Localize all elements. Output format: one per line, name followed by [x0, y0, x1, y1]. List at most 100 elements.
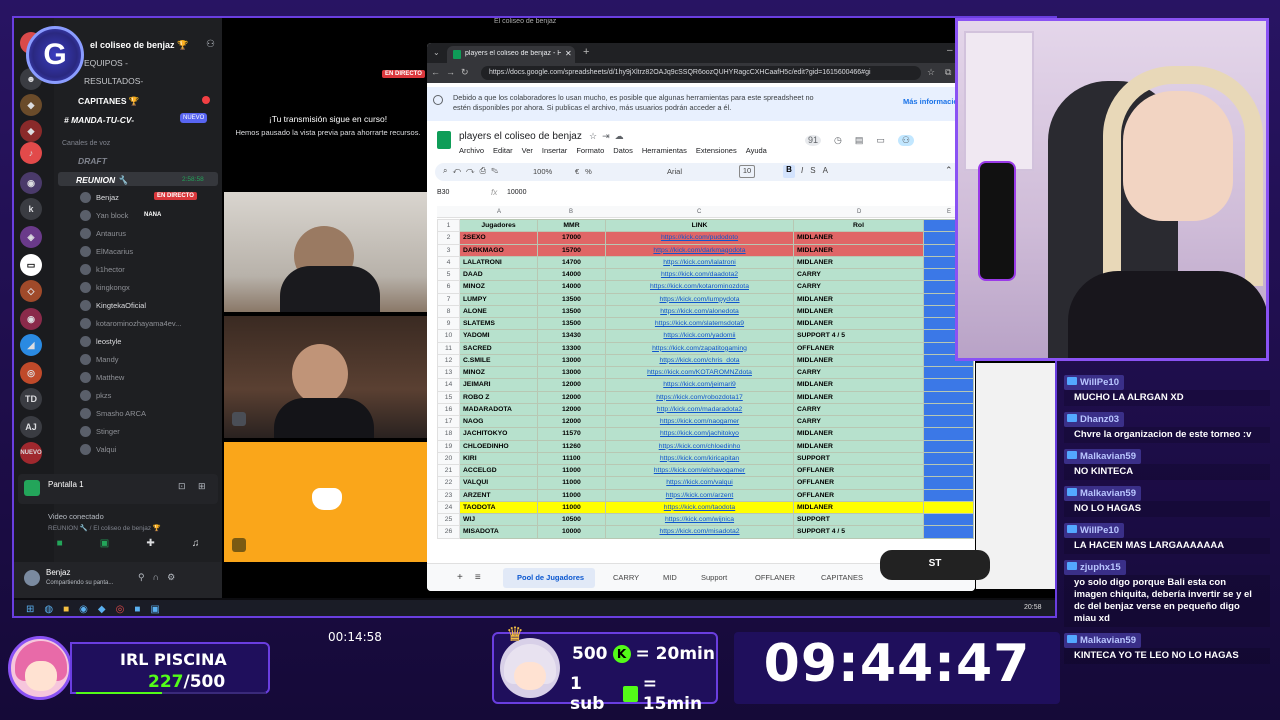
kick-link[interactable]: https://kick.com/kiricapitan: [660, 455, 739, 462]
avatar[interactable]: [24, 570, 40, 586]
link-cell[interactable]: https://kick.com/taodota: [605, 500, 794, 515]
server-td[interactable]: TD: [20, 388, 42, 410]
chevron-up-icon[interactable]: ⌃: [945, 165, 953, 176]
grid-cell[interactable]: [923, 390, 974, 404]
server-icon[interactable]: k: [20, 198, 42, 220]
strikethrough-icon[interactable]: S: [810, 166, 822, 175]
player-cell[interactable]: MINOZ: [459, 280, 538, 294]
chat-username[interactable]: Dhanz03: [1064, 412, 1125, 427]
role-cell[interactable]: CARRY: [793, 365, 924, 380]
formula-input[interactable]: 10000: [507, 189, 526, 196]
link-cell[interactable]: https://kick.com/chloedinho: [605, 439, 794, 453]
player-cell[interactable]: SACRED: [459, 341, 538, 355]
mmr-cell[interactable]: 11000: [537, 476, 606, 490]
link-cell[interactable]: https://kick.com/kotarominozdota: [605, 280, 794, 294]
player-cell[interactable]: LUMPY: [459, 292, 538, 306]
voice-user[interactable]: Stinger: [80, 424, 120, 438]
link-cell[interactable]: https://kick.com/jeimari9: [605, 378, 794, 392]
add-member-icon[interactable]: ⚇: [206, 39, 215, 50]
voice-user[interactable]: Smasho ARCA: [80, 406, 146, 420]
kick-link[interactable]: https://kick.com/elchavogamer: [654, 467, 745, 474]
webcam-tile[interactable]: [224, 316, 430, 438]
mmr-cell[interactable]: 17000: [537, 231, 606, 245]
voice-channel[interactable]: DRAFT: [78, 156, 107, 166]
settings-icon[interactable]: ⊞: [198, 481, 206, 492]
screen-share-panel[interactable]: Pantalla 1 ⊡ ⊞: [18, 474, 218, 504]
voice-user[interactable]: Antaurus: [80, 226, 126, 240]
player-cell[interactable]: C.SMILE: [459, 353, 538, 368]
kick-link[interactable]: https://kick.com/kotarominozdota: [650, 283, 749, 290]
server-icon[interactable]: ♪: [20, 142, 42, 164]
app-icon[interactable]: ◉: [79, 604, 98, 615]
menu-item[interactable]: Extensiones: [696, 146, 737, 155]
mmr-cell[interactable]: 11000: [537, 500, 606, 515]
player-cell[interactable]: LALATRONI: [459, 255, 538, 270]
grid-cell[interactable]: [923, 500, 974, 515]
link-cell[interactable]: https://kick.com/daadota2: [605, 267, 794, 282]
sheets-logo-icon[interactable]: [437, 131, 451, 149]
player-cell[interactable]: CHLOEDINHO: [459, 439, 538, 453]
kick-link[interactable]: https://kick.com/zapatitogaming: [652, 345, 747, 352]
channel-item[interactable]: EQUIPOS -: [84, 58, 128, 68]
mmr-cell[interactable]: 12000: [537, 414, 606, 429]
role-cell[interactable]: MIDLANER: [793, 500, 924, 515]
mmr-cell[interactable]: 12000: [537, 390, 606, 404]
kick-link[interactable]: https://kick.com/lalatroni: [663, 259, 736, 266]
kick-link[interactable]: https://kick.com/valqui: [666, 479, 732, 486]
role-cell[interactable]: SUPPORT: [793, 512, 924, 527]
currency-icon[interactable]: €: [575, 167, 585, 176]
kick-link[interactable]: https://kick.com/chloedinho: [659, 443, 741, 450]
kick-link[interactable]: https://kick.com/jeimari9: [663, 381, 736, 388]
row-number[interactable]: 25: [437, 512, 460, 527]
mmr-cell[interactable]: 13430: [537, 329, 606, 343]
link-cell[interactable]: https://kick.com/slatemsdota9: [605, 316, 794, 331]
kick-link[interactable]: https://kick.com/arzent: [666, 492, 734, 499]
server-icon[interactable]: ◈: [20, 226, 42, 248]
discord-placeholder-tile[interactable]: [224, 442, 430, 562]
popout-icon[interactable]: ⊡: [178, 481, 186, 492]
grid-cell[interactable]: [923, 451, 974, 466]
row-number[interactable]: 19: [437, 439, 460, 453]
kick-link[interactable]: https://kick.com/alonedota: [660, 308, 739, 315]
sheet-tab[interactable]: CAPITANES: [821, 573, 863, 582]
channel-item[interactable]: RESULTADOS-: [84, 76, 143, 86]
row-number[interactable]: 2: [437, 231, 460, 245]
row-number[interactable]: 7: [437, 292, 460, 306]
role-cell[interactable]: MIDLANER: [793, 231, 924, 245]
screen-share-icon[interactable]: ▣: [100, 538, 109, 554]
server-icon[interactable]: ◉: [20, 308, 42, 330]
grid-cell[interactable]: [923, 488, 974, 502]
mmr-cell[interactable]: 13300: [537, 341, 606, 355]
role-cell[interactable]: MIDLANER: [793, 255, 924, 270]
link-cell[interactable]: https://kick.com/zapatitogaming: [605, 341, 794, 355]
mmr-cell[interactable]: 14000: [537, 267, 606, 282]
mmr-cell[interactable]: 10000: [537, 525, 606, 539]
role-cell[interactable]: MIDLANER: [793, 353, 924, 368]
kick-link[interactable]: https://kick.com/naogamer: [660, 418, 739, 425]
voice-user[interactable]: kingkongx: [80, 280, 130, 294]
player-cell[interactable]: YADOMI: [459, 329, 538, 343]
browser-tab[interactable]: players el coliseo de benjaz - Hoja ✕: [447, 46, 575, 63]
camera-icon[interactable]: ■: [57, 538, 63, 554]
player-cell[interactable]: JACHITOKYO: [459, 427, 538, 441]
menu-item[interactable]: Insertar: [542, 146, 567, 155]
link-cell[interactable]: https://kick.com/kiricapitan: [605, 451, 794, 466]
grid-cell[interactable]: [923, 365, 974, 380]
move-icon[interactable]: ⇥: [602, 131, 615, 141]
edge-icon[interactable]: ◍: [44, 604, 63, 615]
link-cell[interactable]: https://kick.com/naogamer: [605, 414, 794, 429]
row-number[interactable]: 18: [437, 427, 460, 441]
player-cell[interactable]: MISADOTA: [459, 525, 538, 539]
role-cell[interactable]: SUPPORT 4 / 5: [793, 525, 924, 539]
row-number[interactable]: 20: [437, 451, 460, 466]
history-icon[interactable]: ◷: [834, 135, 842, 146]
row-number[interactable]: 23: [437, 488, 460, 502]
column-letter[interactable]: E: [947, 209, 951, 215]
role-cell[interactable]: OFFLANER: [793, 488, 924, 502]
link-cell[interactable]: https://kick.com/pudodoto: [605, 231, 794, 245]
role-cell[interactable]: MIDLANER: [793, 390, 924, 404]
row-number[interactable]: 11: [437, 341, 460, 355]
mmr-cell[interactable]: 13500: [537, 292, 606, 306]
kick-link[interactable]: https://kick.com/chris_dota: [659, 357, 739, 364]
menu-item[interactable]: Editar: [493, 146, 513, 155]
